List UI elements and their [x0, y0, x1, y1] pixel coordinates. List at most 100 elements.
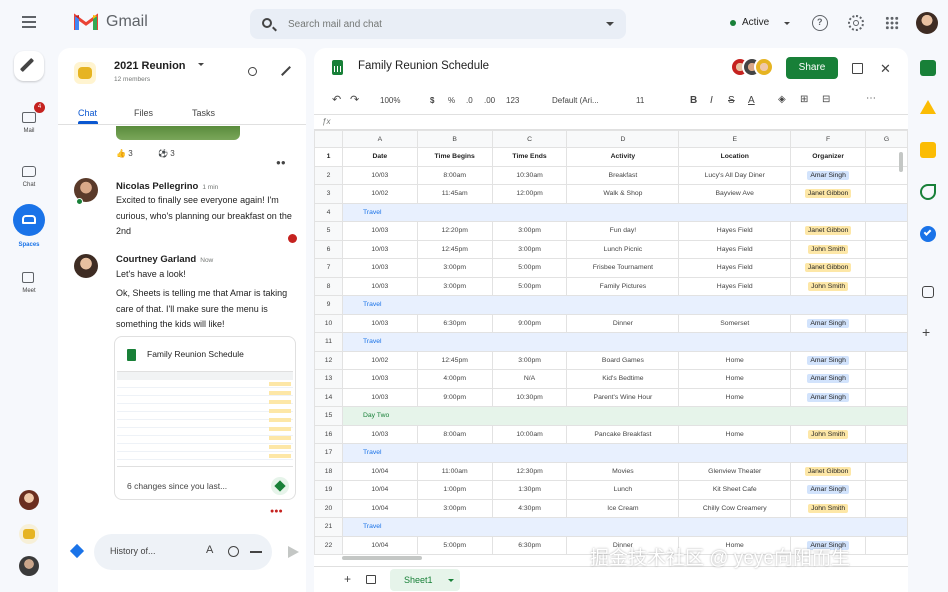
cell[interactable]: 10/03	[341, 276, 418, 296]
cell[interactable]: 9:00pm	[491, 313, 568, 333]
row-number[interactable]: 1	[314, 147, 343, 167]
phone-icon[interactable]	[920, 184, 936, 200]
pin-icon[interactable]	[281, 66, 291, 76]
collaborator-avatars[interactable]	[730, 57, 782, 79]
cell[interactable]: Parent's Wine Hour	[566, 387, 680, 407]
cell[interactable]	[865, 480, 908, 500]
help-icon[interactable]: ?	[812, 15, 828, 31]
cell[interactable]: 10:30am	[491, 165, 568, 185]
more-options-icon[interactable]: ⋯	[866, 93, 876, 104]
column-header[interactable]: B	[416, 130, 493, 148]
cell[interactable]: 10/03	[341, 221, 418, 241]
cell[interactable]: Lucy's All Day Diner	[678, 165, 792, 185]
italic-icon[interactable]: I	[710, 95, 713, 106]
day-label-cell[interactable]: Day Two	[341, 406, 908, 426]
cell[interactable]: 10/02	[341, 184, 418, 204]
cell[interactable]: 3:00pm	[491, 350, 568, 370]
search-options-icon[interactable]	[606, 22, 614, 26]
cell[interactable]: Chilly Cow Creamery	[678, 498, 792, 518]
cell[interactable]: 11:45am	[416, 184, 493, 204]
settings-gear-icon[interactable]	[848, 15, 864, 31]
font-size-select[interactable]: 11	[636, 96, 644, 105]
column-header[interactable]: G	[865, 130, 908, 148]
section-label-cell[interactable]: Travel	[341, 332, 908, 352]
cell[interactable]: Amar Singh	[790, 350, 867, 370]
rail-item-meet[interactable]: Meet	[0, 268, 58, 308]
cell[interactable]: Ice Cream	[566, 498, 680, 518]
compose-button[interactable]	[14, 51, 44, 81]
row-number[interactable]: 15	[314, 406, 343, 426]
row-number[interactable]: 4	[314, 202, 343, 222]
row-number[interactable]: 17	[314, 443, 343, 463]
cell[interactable]: 10/03	[341, 239, 418, 259]
status-selector[interactable]: Active	[722, 12, 798, 34]
row-number[interactable]: 3	[314, 184, 343, 204]
section-label-cell[interactable]: Travel	[341, 517, 908, 537]
cell[interactable]: Location	[678, 147, 792, 167]
cell[interactable]: Janet Gibbon	[790, 258, 867, 278]
column-header[interactable]: C	[491, 130, 568, 148]
section-label-cell[interactable]: Travel	[341, 295, 908, 315]
cell[interactable]	[865, 313, 908, 333]
row-number[interactable]: 13	[314, 369, 343, 389]
cell[interactable]: Janet Gibbon	[790, 461, 867, 481]
add-addon-icon[interactable]: +	[922, 324, 930, 340]
borders-icon[interactable]: ⊞	[800, 94, 808, 105]
close-icon[interactable]: ✕	[880, 61, 891, 77]
cell[interactable]: Janet Gibbon	[790, 221, 867, 241]
cell[interactable]: 3:00pm	[416, 276, 493, 296]
cell[interactable]: Amar Singh	[790, 313, 867, 333]
cell[interactable]	[865, 276, 908, 296]
all-sheets-icon[interactable]	[366, 575, 376, 584]
cell[interactable]: 12:45pm	[416, 350, 493, 370]
cell[interactable]: 10/03	[341, 258, 418, 278]
message-input-text[interactable]: History of...	[110, 546, 156, 556]
row-number[interactable]: 22	[314, 535, 343, 555]
tab-files[interactable]: Files	[134, 108, 153, 118]
currency-icon[interactable]: $	[430, 96, 434, 105]
tab-chat[interactable]: Chat	[78, 108, 97, 118]
menu-icon[interactable]	[22, 16, 36, 28]
cell[interactable]: Amar Singh	[790, 165, 867, 185]
cell[interactable]: 6:30pm	[491, 535, 568, 555]
vertical-scrollbar[interactable]	[899, 152, 903, 172]
column-header[interactable]: A	[341, 130, 418, 148]
section-label-cell[interactable]: Travel	[341, 202, 908, 222]
row-number[interactable]: 7	[314, 258, 343, 278]
bold-icon[interactable]: B	[690, 95, 697, 106]
cell[interactable]: Date	[341, 147, 418, 167]
cell[interactable]: 8:00am	[416, 424, 493, 444]
share-button[interactable]: Share	[786, 57, 838, 79]
cell[interactable]	[865, 461, 908, 481]
row-number[interactable]: 20	[314, 498, 343, 518]
shared-photo[interactable]	[116, 126, 240, 140]
cell[interactable]	[865, 535, 908, 555]
rail-item-chat[interactable]: Chat	[0, 162, 58, 202]
cell[interactable]: John Smith	[790, 239, 867, 259]
row-number[interactable]: 10	[314, 313, 343, 333]
cell[interactable]	[865, 258, 908, 278]
rail-item-mail[interactable]: 4 Mail	[0, 102, 58, 148]
cell[interactable]: 12:30pm	[491, 461, 568, 481]
cell[interactable]: 4:30pm	[491, 498, 568, 518]
cell[interactable]: 12:20pm	[416, 221, 493, 241]
sparkle-icon[interactable]	[69, 543, 85, 559]
more-options-icon[interactable]	[250, 551, 262, 553]
add-sheet-icon[interactable]: +	[344, 572, 351, 586]
message-input[interactable]: History of... A	[94, 534, 272, 570]
corner-cell[interactable]	[314, 130, 343, 148]
avatar[interactable]	[74, 254, 98, 278]
cell[interactable]: Janet Gibbon	[790, 184, 867, 204]
decimal-increase-icon[interactable]: .00	[484, 96, 495, 105]
sheet-preview-card[interactable]: Family Reunion Schedule 6 changes since …	[114, 336, 296, 500]
cell[interactable]: Bayview Ave	[678, 184, 792, 204]
column-header[interactable]: E	[678, 130, 792, 148]
cell[interactable]: Hayes Field	[678, 221, 792, 241]
cell[interactable]: Time Ends	[491, 147, 568, 167]
cell[interactable]: 1:00pm	[416, 480, 493, 500]
formula-bar[interactable]: ƒx	[314, 114, 908, 130]
cell[interactable]: 10/03	[341, 369, 418, 389]
cell[interactable]: 10/04	[341, 498, 418, 518]
row-number[interactable]: 9	[314, 295, 343, 315]
horizontal-scrollbar[interactable]	[342, 556, 422, 560]
